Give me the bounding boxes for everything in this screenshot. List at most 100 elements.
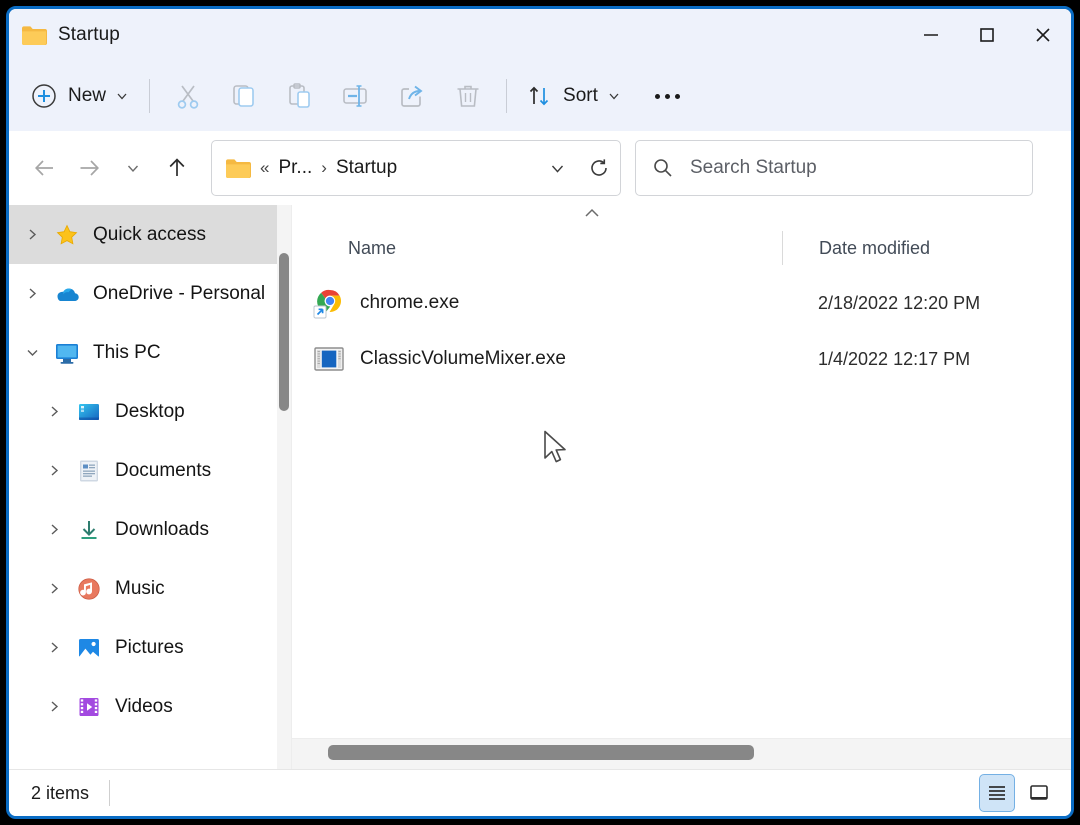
breadcrumb-item-0[interactable]: Pr... [278,157,312,179]
column-header-name-label: Name [348,237,397,258]
sort-arrows-icon [529,86,549,106]
sidebar-item-label: Quick access [93,223,206,245]
chevron-right-icon[interactable] [39,522,69,537]
rename-button[interactable] [328,73,384,119]
copy-icon [233,85,254,107]
chevron-down-icon [609,93,619,100]
sidebar-item-this-pc[interactable]: This PC [9,323,291,382]
toolbar-divider [149,79,151,113]
details-view-button[interactable] [979,774,1015,812]
chevron-up-icon [585,208,599,217]
sidebar-scrollbar-thumb[interactable] [279,253,289,411]
paste-button[interactable] [272,73,328,119]
desktop-icon [75,401,103,423]
chevron-down-icon [551,165,563,173]
chevron-down-icon[interactable] [17,345,47,360]
refresh-icon [591,159,607,176]
sort-indicator-row [292,205,1071,221]
close-button[interactable] [1015,9,1071,61]
scissors-icon [177,85,199,109]
share-icon [401,85,423,107]
column-header-name[interactable]: Name [292,221,782,275]
sidebar-item-label: Videos [115,695,173,717]
sidebar-item-desktop[interactable]: Desktop [9,382,291,441]
sidebar-item-label: Pictures [115,636,184,658]
chevron-down-icon [127,165,139,173]
sidebar-item-music[interactable]: Music [9,559,291,618]
see-more-button[interactable] [641,74,695,118]
rename-icon [343,85,367,107]
window-controls [903,9,1071,61]
file-date-cell: 2/18/2022 12:20 PM [818,292,981,313]
trash-icon [457,85,479,107]
toolbar-divider-2 [506,79,508,113]
sidebar-item-label: Downloads [115,518,209,540]
arrow-right-icon [80,160,99,176]
delete-button[interactable] [440,73,496,119]
sidebar-item-label: OneDrive - Personal [93,282,266,304]
search-box[interactable] [635,140,1033,196]
search-input[interactable] [688,156,992,180]
sidebar-item-quick-access[interactable]: Quick access [9,205,291,264]
sidebar-scrollbar[interactable] [277,205,291,769]
file-name-cell: ClassicVolumeMixer.exe [292,342,782,376]
cut-button[interactable] [160,73,216,119]
chevron-right-icon[interactable] [39,463,69,478]
chevron-right-icon[interactable] [39,640,69,655]
recent-locations-button[interactable] [111,146,155,190]
view-buttons [979,774,1057,812]
chevron-right-icon[interactable] [39,581,69,596]
sidebar-item-documents[interactable]: Documents [9,441,291,500]
breadcrumb-overflow[interactable]: « [260,158,269,178]
details-view-icon [989,786,1005,800]
breadcrumb-separator-0[interactable]: › [321,158,327,178]
status-divider [109,780,111,806]
sort-button[interactable]: Sort [517,74,631,118]
horizontal-scrollbar[interactable] [292,738,1071,769]
monitor-icon [53,341,81,365]
chevron-right-icon[interactable] [39,699,69,714]
breadcrumb-item-1[interactable]: Startup [336,157,397,179]
maximize-icon [980,28,994,42]
minimize-icon [924,34,938,36]
sidebar-item-videos[interactable]: Videos [9,677,291,736]
new-button[interactable]: New [23,75,139,117]
chevron-right-icon[interactable] [17,286,47,301]
column-header-date-label: Date modified [819,237,931,258]
navigation-pane: Quick access OneDrive - Personal This PC… [9,205,291,769]
sidebar-item-label: Music [115,577,165,599]
maximize-button[interactable] [959,9,1015,61]
file-name-label: ClassicVolumeMixer.exe [360,348,566,369]
chevron-right-icon[interactable] [39,404,69,419]
address-bar[interactable]: « Pr... › Startup [211,140,621,196]
file-list: chrome.exe 2/18/2022 12:20 PM ClassicVol… [292,275,1071,738]
refresh-button[interactable] [578,146,620,190]
up-button[interactable] [155,146,199,190]
item-count-label: 2 items [31,782,90,803]
file-date-cell: 1/4/2022 12:17 PM [818,348,971,369]
chevron-right-icon[interactable] [17,227,47,242]
new-button-label: New [68,85,107,106]
cloud-icon [53,284,81,304]
sidebar-item-label: Desktop [115,400,185,422]
forward-button[interactable] [67,146,111,190]
horizontal-scrollbar-thumb[interactable] [328,745,754,760]
file-row[interactable]: chrome.exe 2/18/2022 12:20 PM [292,275,1071,331]
sidebar-item-onedrive[interactable]: OneDrive - Personal [9,264,291,323]
preview-pane-icon [1030,785,1048,800]
back-button[interactable] [23,146,67,190]
address-dropdown-button[interactable] [536,146,578,190]
file-row[interactable]: ClassicVolumeMixer.exe 1/4/2022 12:17 PM [292,331,1071,387]
share-button[interactable] [384,73,440,119]
sort-button-label: Sort [563,85,598,106]
preview-pane-button[interactable] [1021,774,1057,812]
sidebar-item-downloads[interactable]: Downloads [9,500,291,559]
address-row: « Pr... › Startup [9,131,1071,205]
minimize-button[interactable] [903,9,959,61]
copy-button[interactable] [216,73,272,119]
file-explorer-window: Startup New Sort « Pr... › Startup Searc… [6,6,1074,819]
column-header-date-modified[interactable]: Date modified [782,231,1071,265]
sidebar-item-pictures[interactable]: Pictures [9,618,291,677]
arrow-up-icon [169,158,185,176]
ellipsis-icon [655,93,681,99]
